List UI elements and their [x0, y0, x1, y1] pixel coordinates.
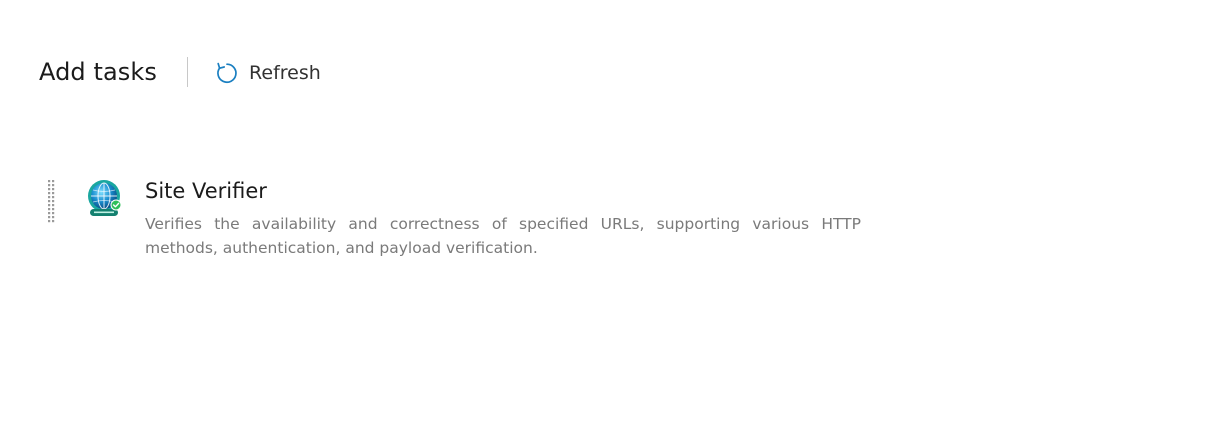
task-body: Site Verifier Verifies the availability …	[145, 174, 861, 260]
refresh-button[interactable]: Refresh	[215, 59, 321, 85]
drag-handle-icon[interactable]	[44, 174, 58, 224]
refresh-label: Refresh	[249, 62, 321, 84]
task-description: Verifies the availability and correctnes…	[145, 215, 861, 257]
panel-header: Add tasks Refresh	[39, 50, 321, 94]
header-divider	[187, 57, 189, 87]
task-name: Site Verifier	[145, 179, 267, 203]
add-tasks-panel: Add tasks Refresh Site Verifier Verifies…	[0, 0, 1217, 446]
task-item[interactable]: Site Verifier Verifies the availability …	[44, 174, 874, 270]
page-title: Add tasks	[39, 58, 158, 86]
refresh-icon	[215, 61, 239, 85]
globe-icon	[86, 178, 124, 220]
